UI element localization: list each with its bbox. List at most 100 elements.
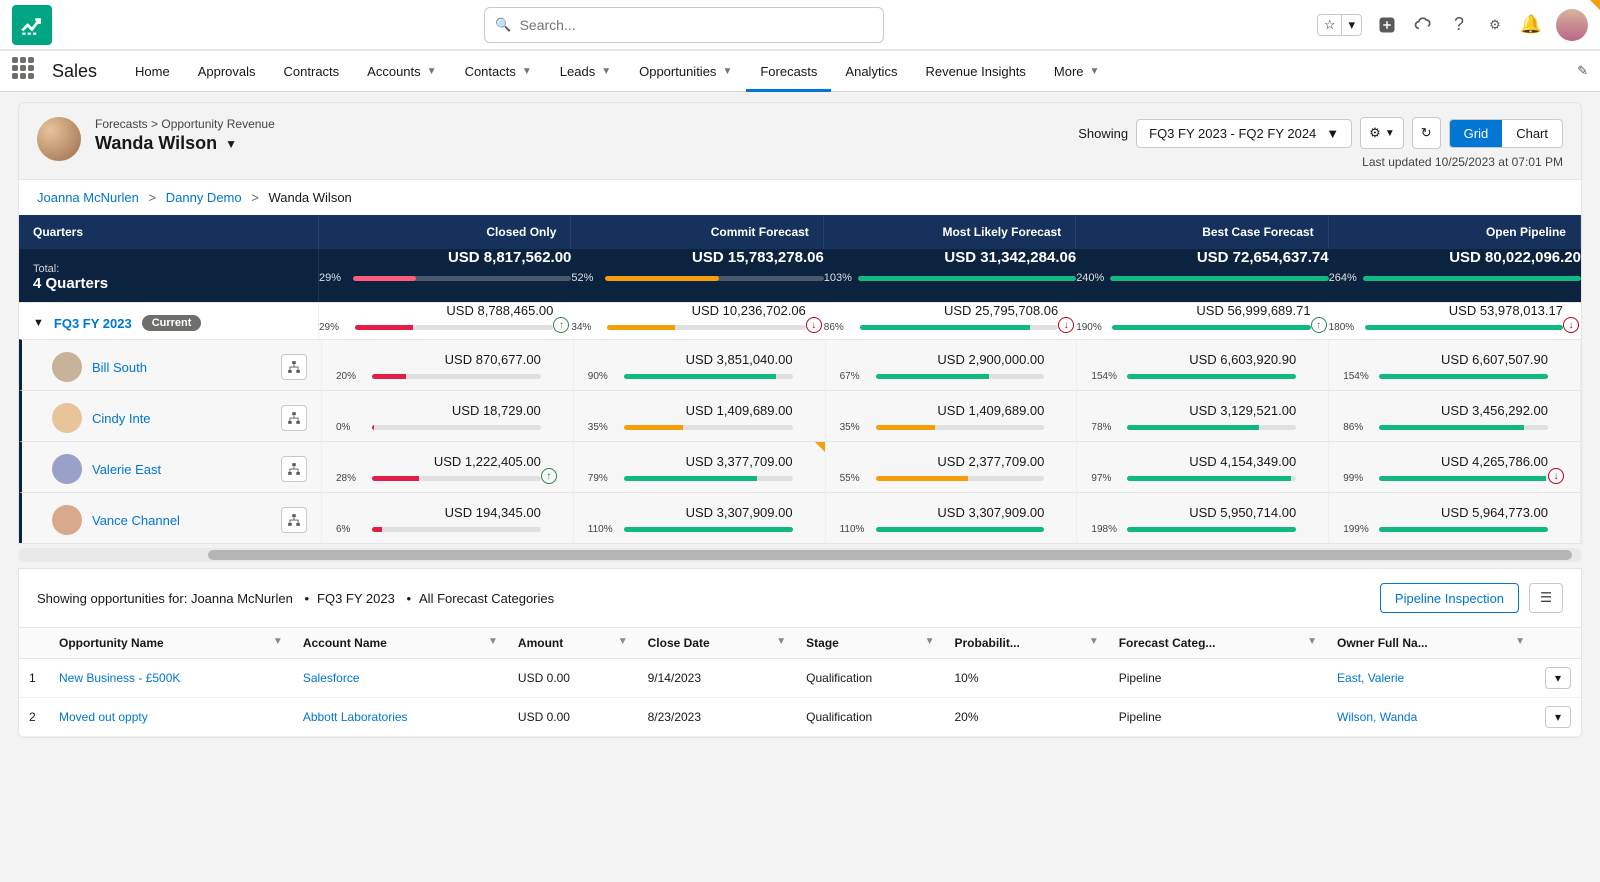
chevron-down-icon[interactable]: ▼	[273, 636, 283, 647]
row-actions-button[interactable]: ▾	[1545, 706, 1571, 728]
page-title[interactable]: Wanda Wilson▼	[95, 133, 275, 154]
column-header[interactable]: Amount▼	[508, 628, 638, 659]
column-header[interactable]: Account Name▼	[293, 628, 508, 659]
chevron-down-icon[interactable]: ▼	[618, 636, 628, 647]
quarter-metric-cell[interactable]: ↓USD 25,795,708.06 86%	[824, 303, 1076, 339]
total-metric-cell[interactable]: USD 72,654,637.74 240%	[1076, 249, 1328, 302]
account-link[interactable]: Abbott Laboratories	[303, 710, 408, 724]
metric-cell[interactable]: USD 6,603,920.90 154%	[1077, 340, 1329, 390]
column-header[interactable]: Stage▼	[796, 628, 944, 659]
total-metric-cell[interactable]: USD 15,783,278.06 52%	[571, 249, 823, 302]
user-link[interactable]: Bill South	[92, 360, 147, 375]
metric-cell[interactable]: USD 3,851,040.00 90%	[574, 340, 826, 390]
list-item[interactable]: 2 Moved out oppty Abbott Laboratories US…	[19, 698, 1581, 737]
profile-avatar[interactable]	[1556, 9, 1588, 41]
metric-cell[interactable]: USD 2,377,709.00 55%	[826, 442, 1078, 492]
quarter-link[interactable]: FQ3 FY 2023	[54, 316, 132, 331]
nav-item-accounts[interactable]: Accounts▼	[353, 50, 450, 92]
chevron-down-icon[interactable]: ▼	[776, 636, 786, 647]
metric-cell[interactable]: USD 2,900,000.00 67%	[826, 340, 1078, 390]
metric-cell[interactable]: USD 3,456,292.00 86%	[1329, 391, 1581, 441]
app-launcher-icon[interactable]	[12, 57, 40, 85]
nav-item-more[interactable]: More▼	[1040, 50, 1114, 92]
metric-cell[interactable]: USD 3,129,521.00 78%	[1077, 391, 1329, 441]
pipeline-inspection-button[interactable]: Pipeline Inspection	[1380, 583, 1519, 613]
column-header[interactable]: Forecast Categ...▼	[1109, 628, 1327, 659]
quarter-metric-cell[interactable]: ↓USD 53,978,013.17 180%	[1329, 303, 1581, 339]
nav-item-home[interactable]: Home	[121, 50, 184, 92]
quarter-metric-cell[interactable]: ↑USD 8,788,465.00 29%	[319, 303, 571, 339]
global-search[interactable]: 🔍	[484, 7, 884, 43]
salesforce-cloud-icon[interactable]	[1412, 14, 1434, 36]
total-metric-cell[interactable]: USD 8,817,562.00 29%	[319, 249, 571, 302]
owner-link[interactable]: Wilson, Wanda	[1337, 710, 1417, 724]
global-add-icon[interactable]	[1376, 14, 1398, 36]
metric-cell[interactable]: USD 5,950,714.00 198%	[1077, 493, 1329, 543]
quarter-metric-cell[interactable]: ↑USD 56,999,689.71 190%	[1076, 303, 1328, 339]
help-icon[interactable]: ?	[1448, 14, 1470, 36]
total-metric-cell[interactable]: USD 31,342,284.06 103%	[824, 249, 1076, 302]
user-link[interactable]: Vance Channel	[92, 513, 180, 528]
metric-cell[interactable]: ↓USD 4,265,786.00 99%	[1329, 442, 1581, 492]
metric-cell[interactable]: USD 3,307,909.00 110%	[826, 493, 1078, 543]
owner-link[interactable]: East, Valerie	[1337, 671, 1404, 685]
hierarchy-icon[interactable]	[281, 405, 307, 431]
nav-item-leads[interactable]: Leads▼	[546, 50, 625, 92]
chevron-down-icon[interactable]: ▼	[1089, 636, 1099, 647]
metric-cell[interactable]: USD 3,377,709.00 79%	[574, 442, 826, 492]
chevron-down-icon[interactable]: ▼	[1515, 636, 1525, 647]
chevron-down-icon[interactable]: ▼	[1307, 636, 1317, 647]
nav-item-contracts[interactable]: Contracts	[270, 50, 354, 92]
table-row[interactable]: Bill South USD 870,677.00 20% USD 3,851,…	[19, 339, 1581, 390]
nav-item-contacts[interactable]: Contacts▼	[451, 50, 546, 92]
column-header[interactable]: Close Date▼	[638, 628, 797, 659]
column-header[interactable]: Opportunity Name▼	[49, 628, 293, 659]
nav-item-opportunities[interactable]: Opportunities▼	[625, 50, 746, 92]
hierarchy-icon[interactable]	[281, 507, 307, 533]
table-row[interactable]: Valerie East ↑USD 1,222,405.00 28% USD 3…	[19, 441, 1581, 492]
notifications-bell-icon[interactable]: 🔔	[1520, 14, 1542, 36]
date-range-select[interactable]: FQ3 FY 2023 - FQ2 FY 2024 ▼	[1136, 119, 1352, 148]
favorites-toggle[interactable]: ☆ ▾	[1317, 14, 1362, 36]
table-row[interactable]: Vance Channel USD 194,345.00 6% USD 3,30…	[19, 492, 1581, 543]
grid-view-button[interactable]: Grid	[1450, 120, 1503, 147]
chevron-down-icon[interactable]: ▼	[225, 137, 237, 151]
chevron-down-icon[interactable]: ▼	[925, 636, 935, 647]
list-item[interactable]: 1 New Business - £500K Salesforce USD 0.…	[19, 659, 1581, 698]
metric-cell[interactable]: USD 5,964,773.00 199%	[1329, 493, 1581, 543]
chevron-down-icon[interactable]: ▼	[488, 636, 498, 647]
row-actions-button[interactable]: ▾	[1545, 667, 1571, 689]
metric-cell[interactable]: USD 6,607,507.90 154%	[1329, 340, 1581, 390]
total-metric-cell[interactable]: USD 80,022,096.20 264%	[1329, 249, 1581, 302]
chevron-down-icon[interactable]: ▾	[1342, 15, 1361, 35]
nav-item-approvals[interactable]: Approvals	[184, 50, 270, 92]
opportunity-link[interactable]: Moved out oppty	[59, 710, 148, 724]
horizontal-scrollbar[interactable]	[18, 548, 1582, 562]
hierarchy-icon[interactable]	[281, 456, 307, 482]
metric-cell[interactable]: USD 4,154,349.00 97%	[1077, 442, 1329, 492]
forecast-settings-button[interactable]: ⚙▼	[1360, 117, 1404, 149]
chart-view-button[interactable]: Chart	[1502, 120, 1562, 147]
metric-cell[interactable]: ↑USD 1,222,405.00 28%	[322, 442, 574, 492]
setup-gear-icon[interactable]: ⚙	[1484, 14, 1506, 36]
star-icon[interactable]: ☆	[1318, 15, 1343, 35]
refresh-button[interactable]: ↻	[1412, 117, 1441, 149]
hierarchy-icon[interactable]	[281, 354, 307, 380]
opportunity-link[interactable]: New Business - £500K	[59, 671, 180, 685]
metric-cell[interactable]: USD 194,345.00 6%	[322, 493, 574, 543]
search-input[interactable]	[520, 17, 874, 33]
user-link[interactable]: Valerie East	[92, 462, 161, 477]
metric-cell[interactable]: USD 1,409,689.00 35%	[574, 391, 826, 441]
expand-icon[interactable]: ▼	[33, 317, 44, 329]
nav-item-revenue-insights[interactable]: Revenue Insights	[911, 50, 1039, 92]
nav-item-forecasts[interactable]: Forecasts	[746, 50, 831, 92]
metric-cell[interactable]: USD 3,307,909.00 110%	[574, 493, 826, 543]
nav-item-analytics[interactable]: Analytics	[831, 50, 911, 92]
path-link-root[interactable]: Joanna McNurlen	[37, 190, 139, 205]
account-link[interactable]: Salesforce	[303, 671, 360, 685]
metric-cell[interactable]: USD 870,677.00 20%	[322, 340, 574, 390]
list-view-button[interactable]: ☰	[1529, 583, 1563, 613]
quarter-metric-cell[interactable]: ↓USD 10,236,702.06 34%	[571, 303, 823, 339]
edit-nav-icon[interactable]: ✎	[1577, 63, 1588, 79]
metric-cell[interactable]: USD 18,729.00 0%	[322, 391, 574, 441]
